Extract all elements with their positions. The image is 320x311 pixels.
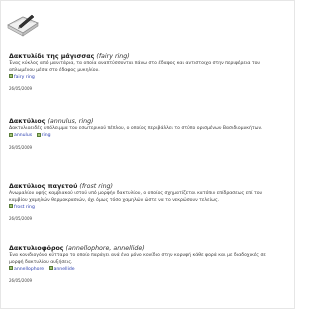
tag-icon <box>36 132 41 137</box>
tag-icon <box>9 204 13 209</box>
tag-icon <box>48 266 53 271</box>
tag-link[interactable]: annulus <box>14 133 32 138</box>
entry-tags: fairy ring <box>9 74 274 81</box>
entry-title: Δακτύλιος παγετού (frost ring) <box>9 182 274 191</box>
entry-definition: Ανωμαλίου υφής καμβιακού ιστού υπό μορφή… <box>9 191 263 203</box>
tag-link[interactable]: annellide <box>54 267 75 272</box>
entry-definition: Ένα κονιδιογόνο κύτταρο το οποίο παράγει… <box>9 253 266 265</box>
tag-link[interactable]: annellophore <box>14 267 44 272</box>
glossary-entry: Δακτύλιος παγετού (frost ring) Ανωμαλίου… <box>9 182 274 222</box>
entry-tags: frost ring <box>9 204 274 211</box>
entry-latin: (annellophore, annellide) <box>65 245 145 252</box>
entry-latin: (annulus, ring) <box>47 118 94 125</box>
entry-tags: annulus ring <box>9 132 263 140</box>
entry-date: 26/05/2009 <box>9 278 33 284</box>
tag-link[interactable]: ring <box>42 133 51 138</box>
entry-definition: Ένας κύκλος από μανιτάρια, τα οποία αναπ… <box>9 61 261 73</box>
book-with-pen-icon <box>7 14 39 37</box>
glossary-entry: Δακτυλιοφόρος (annellophore, annellide) … <box>9 244 274 284</box>
entry-term: Δακτύλιος παγετού <box>9 183 78 190</box>
entry-title: Δακτυλίδι της μάγισσας (fairy ring) <box>9 52 274 61</box>
entry-latin: (fairy ring) <box>96 53 130 60</box>
glossary-entry: Δακτυλίδι της μάγισσας (fairy ring) Ένας… <box>9 52 274 92</box>
tag-icon <box>9 132 13 137</box>
entry-definition: Δακτυλιοειδές υπόλειμμα του εσωτερικού π… <box>9 126 263 131</box>
tag-link[interactable]: fairy ring <box>14 75 35 80</box>
tag-icon <box>9 74 13 79</box>
entry-title: Δακτύλιος (annulus, ring) <box>9 117 263 126</box>
glossary-entry: Δακτύλιος (annulus, ring) Δακτυλιοειδές … <box>9 117 263 151</box>
entry-term: Δακτυλίδι της μάγισσας <box>9 53 95 60</box>
entry-title: Δακτυλιοφόρος (annellophore, annellide) <box>9 244 274 253</box>
entry-latin: (frost ring) <box>79 183 114 190</box>
entry-term: Δακτυλιοφόρος <box>9 245 64 252</box>
entry-date: 26/05/2009 <box>9 144 33 150</box>
entry-tags: annellophore annellide <box>9 266 274 273</box>
entry-term: Δακτύλιος <box>9 118 46 125</box>
tag-link[interactable]: frost ring <box>14 205 35 210</box>
entry-date: 26/05/2009 <box>9 216 33 222</box>
entry-date: 26/05/2009 <box>9 86 33 92</box>
tag-icon <box>9 266 13 271</box>
